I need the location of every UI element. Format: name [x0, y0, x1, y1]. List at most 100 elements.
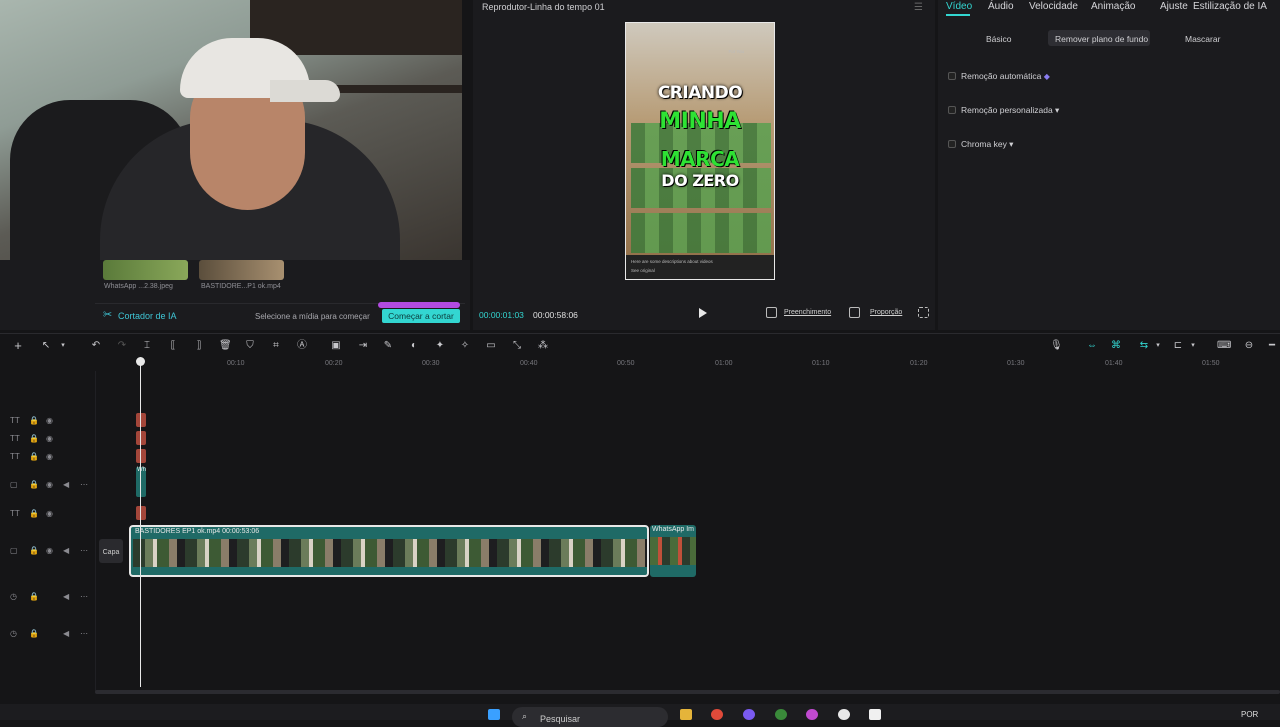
link-clips-icon[interactable]: ⇆	[1136, 340, 1152, 352]
freeze-icon[interactable]: ▣	[330, 340, 342, 352]
eye-icon[interactable]: ◉	[46, 452, 53, 461]
start-cutting-button[interactable]: Começar a cortar	[382, 309, 460, 323]
tab-animation[interactable]: Animação	[1091, 1, 1135, 12]
app-icon[interactable]	[806, 709, 818, 720]
tab-ai-styling[interactable]: Estilização de IA	[1193, 1, 1267, 12]
time-ruler[interactable]: 00:10 00:20 00:30 00:40 00:50 01:00 01:1…	[95, 357, 1280, 371]
media-thumb-bastidores[interactable]	[199, 260, 284, 280]
subtab-basic[interactable]: Básico	[986, 34, 1012, 44]
tab-speed[interactable]: Velocidade	[1029, 1, 1078, 12]
lock-icon[interactable]: 🔒	[29, 434, 39, 443]
taskbar-search[interactable]: ⌕ Pesquisar	[512, 707, 668, 727]
fullscreen-icon[interactable]	[918, 307, 929, 318]
eye-icon[interactable]: ◉	[46, 434, 53, 443]
subtab-mask[interactable]: Mascarar	[1185, 34, 1220, 44]
video-preview[interactable]: For You CRIANDO MINHA MARCA DO ZERO Here…	[625, 22, 775, 280]
chevron-down-icon[interactable]: ▾	[1152, 340, 1164, 352]
tab-video[interactable]: Vídeo	[946, 1, 972, 12]
keyboard-icon[interactable]: ⌨	[1217, 340, 1231, 352]
custom-removal-checkbox[interactable]	[948, 106, 956, 114]
fill-icon[interactable]	[766, 307, 777, 318]
select-tool-icon[interactable]: ↖	[40, 340, 52, 352]
speaker-icon[interactable]: ◀	[63, 480, 69, 489]
overlay-clip[interactable]: Wh	[136, 467, 146, 497]
mirror-icon[interactable]: ⇥	[357, 340, 369, 352]
fill-button[interactable]: Preenchimento	[784, 309, 831, 316]
text-clip[interactable]	[136, 413, 146, 427]
track-header-text: TT 🔒 ◉	[6, 415, 96, 429]
chevron-down-icon[interactable]: ▾	[57, 340, 69, 352]
ai-tool-icon[interactable]: ⁂	[537, 340, 549, 352]
eye-icon[interactable]: ◉	[46, 509, 53, 518]
undo-icon[interactable]: ↶	[90, 340, 102, 352]
zoom-out-icon[interactable]: ⊖	[1243, 340, 1255, 352]
language-indicator[interactable]: POR	[1241, 710, 1258, 719]
link-main-track-icon[interactable]: ⇔	[1084, 340, 1100, 352]
eye-icon[interactable]: ◉	[46, 416, 53, 425]
cover-button[interactable]: Capa	[99, 539, 123, 563]
zoom-slider-icon[interactable]: ━	[1266, 340, 1278, 352]
more-icon[interactable]: ⋯	[80, 480, 88, 489]
main-clip-title: BASTIDORES EP1 ok.mp4 00:00:53:06	[135, 528, 260, 535]
chrome-icon[interactable]	[711, 709, 723, 720]
split-right-icon[interactable]: ⟧	[193, 340, 205, 352]
more-icon[interactable]: ⋯	[80, 629, 88, 638]
eye-icon[interactable]: ◉	[46, 480, 53, 489]
ai-cutter-label[interactable]: Cortador de IA	[118, 311, 177, 321]
split-left-icon[interactable]: ⟦	[167, 340, 179, 352]
play-icon[interactable]	[699, 308, 707, 318]
app-icon[interactable]	[775, 709, 787, 720]
lock-icon[interactable]: 🔒	[29, 592, 39, 601]
effects-icon[interactable]: ✦	[434, 340, 446, 352]
menu-icon[interactable]: ☰	[914, 2, 923, 13]
screenshot-icon[interactable]	[849, 307, 860, 318]
media-thumb-whatsapp[interactable]	[103, 260, 188, 280]
magic-icon[interactable]: ✧	[459, 340, 471, 352]
brush-icon[interactable]: ✎	[382, 340, 394, 352]
split-icon[interactable]: ⌶	[141, 340, 153, 352]
lock-icon[interactable]: 🔒	[29, 416, 39, 425]
more-icon[interactable]: ⋯	[80, 592, 88, 601]
speaker-icon[interactable]: ◀	[63, 629, 69, 638]
crop-icon[interactable]: ⌗	[270, 340, 282, 352]
redo-icon[interactable]: ↷	[116, 340, 128, 352]
playhead[interactable]	[140, 359, 141, 687]
folder-icon[interactable]	[680, 709, 692, 720]
magnet-icon[interactable]: ⌘	[1110, 340, 1122, 352]
speaker-icon[interactable]: ◀	[63, 592, 69, 601]
text-clip[interactable]	[136, 431, 146, 445]
chevron-down-icon[interactable]: ▾	[1187, 340, 1199, 352]
auto-removal-checkbox[interactable]	[948, 72, 956, 80]
discord-icon[interactable]	[743, 709, 755, 720]
speaker-icon[interactable]: ◀	[63, 546, 69, 555]
tab-adjust[interactable]: Ajuste	[1160, 1, 1188, 12]
delete-icon[interactable]: 🗑	[219, 340, 232, 352]
lock-icon[interactable]: 🔒	[29, 452, 39, 461]
lock-icon[interactable]: 🔒	[29, 509, 39, 518]
lock-icon[interactable]: 🔒	[29, 480, 39, 489]
mask-icon[interactable]: ◐	[408, 340, 420, 352]
ratio-button[interactable]: Proporção	[870, 309, 902, 316]
shield-icon[interactable]: ⛉	[244, 340, 256, 352]
eye-icon[interactable]: ◉	[46, 546, 53, 555]
app-icon[interactable]	[838, 709, 850, 720]
lock-icon[interactable]: 🔒	[29, 546, 39, 555]
tab-audio[interactable]: Áudio	[988, 1, 1014, 12]
chroma-key-checkbox[interactable]	[948, 140, 956, 148]
main-video-clip[interactable]: BASTIDORES EP1 ok.mp4 00:00:53:06	[129, 525, 649, 577]
text-clip[interactable]	[136, 506, 146, 520]
auto-icon[interactable]: Ⓐ	[296, 340, 308, 352]
second-video-clip[interactable]: WhatsApp Im	[650, 525, 696, 577]
add-icon[interactable]: +	[12, 339, 24, 352]
subtab-remove-background[interactable]: Remover plano de fundo	[1055, 34, 1148, 44]
resize-icon[interactable]: ⤡	[511, 340, 523, 352]
capcut-icon[interactable]	[869, 709, 881, 720]
preview-axis-icon[interactable]: ⊏	[1172, 340, 1184, 352]
windows-start-icon[interactable]	[488, 709, 500, 720]
microphone-icon[interactable]: 🎙	[1050, 340, 1063, 352]
more-icon[interactable]: ⋯	[80, 546, 88, 555]
lock-icon[interactable]: 🔒	[29, 629, 39, 638]
text-clip[interactable]	[136, 449, 146, 463]
caption-icon[interactable]: ▭	[485, 340, 497, 352]
timeline-scrollbar[interactable]	[95, 690, 1280, 694]
